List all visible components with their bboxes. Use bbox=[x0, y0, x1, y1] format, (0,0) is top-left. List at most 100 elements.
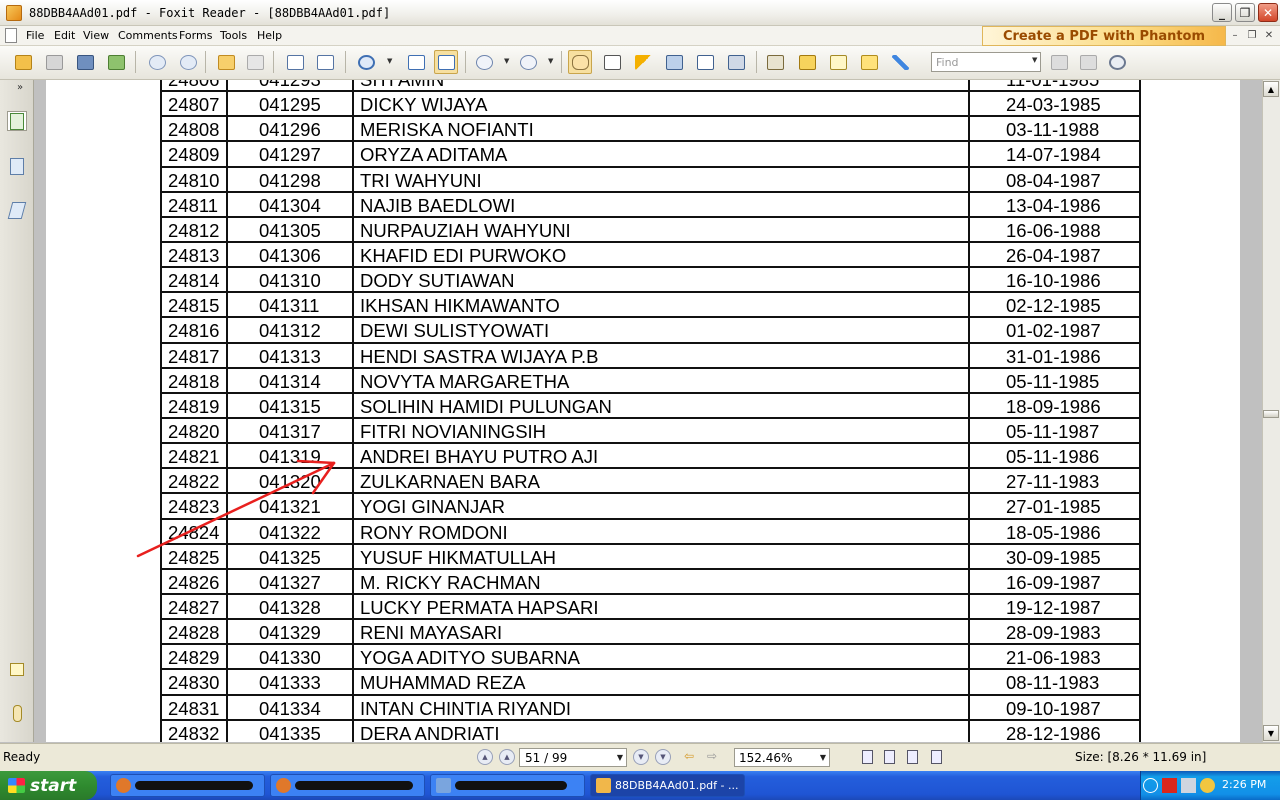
taskbar-item-document[interactable] bbox=[430, 774, 585, 797]
birth-date-cell: 31-01-1986 bbox=[1006, 345, 1101, 367]
zoom-in-icon[interactable] bbox=[516, 50, 540, 74]
bookmarks-panel-icon[interactable] bbox=[7, 156, 27, 176]
find-dropdown-icon[interactable]: ▼ bbox=[1032, 56, 1037, 64]
table-row: 24807 041295 DICKY WIJAYA 24-03-1985 bbox=[160, 92, 1141, 118]
text-box-icon[interactable] bbox=[826, 50, 850, 74]
select-text-icon[interactable] bbox=[600, 50, 624, 74]
forward-icon[interactable] bbox=[243, 50, 267, 74]
back-icon[interactable] bbox=[214, 50, 238, 74]
email-icon[interactable] bbox=[104, 50, 128, 74]
student-id-cell: 041314 bbox=[259, 370, 321, 392]
find-previous-icon[interactable] bbox=[1047, 50, 1071, 74]
birth-date-cell: 14-07-1984 bbox=[1006, 144, 1101, 166]
doc-minimize-icon[interactable]: – bbox=[1228, 28, 1242, 43]
menu-file[interactable]: File bbox=[26, 29, 44, 42]
tray-hardware-icon[interactable] bbox=[1181, 778, 1196, 793]
arrow-tool-icon[interactable] bbox=[888, 50, 912, 74]
zoom-tool-dropdown-icon[interactable]: ▼ bbox=[387, 57, 395, 65]
menu-edit[interactable]: Edit bbox=[54, 29, 75, 42]
first-page-icon[interactable]: ▲ bbox=[477, 749, 493, 765]
note-comment-icon[interactable] bbox=[857, 50, 881, 74]
menu-tools[interactable]: Tools bbox=[220, 29, 247, 42]
birth-date-cell: 09-10-1987 bbox=[1006, 697, 1101, 719]
back-status-icon[interactable]: ⇦ bbox=[684, 749, 694, 763]
next-page-status-icon[interactable]: ▼ bbox=[633, 749, 649, 765]
menu-forms[interactable]: Forms bbox=[179, 29, 212, 42]
student-table: 24806 041293 SITI AMIN 11-01-1985 24807 04129… bbox=[160, 80, 1141, 742]
continuous-view-icon[interactable] bbox=[881, 749, 897, 765]
single-page-view-icon[interactable] bbox=[859, 749, 875, 765]
pages-panel-icon[interactable] bbox=[7, 111, 27, 131]
minimize-button[interactable]: _ bbox=[1212, 3, 1232, 22]
zoom-in-tool-icon[interactable] bbox=[354, 50, 378, 74]
pencil-icon[interactable] bbox=[795, 50, 819, 74]
row-number-cell: 24815 bbox=[168, 295, 220, 317]
continuous-facing-view-icon[interactable] bbox=[928, 749, 944, 765]
student-name-cell: LUCKY PERMATA HAPSARI bbox=[360, 596, 599, 618]
menu-help[interactable]: Help bbox=[257, 29, 282, 42]
save-icon[interactable] bbox=[42, 50, 66, 74]
typewriter-icon[interactable] bbox=[693, 50, 717, 74]
close-button[interactable]: ✕ bbox=[1258, 3, 1278, 22]
table-row: 24824 041322 RONY ROMDONI 18-05-1986 bbox=[160, 519, 1141, 545]
next-page-icon[interactable] bbox=[176, 50, 200, 74]
document-view[interactable]: 24806 041293 SITI AMIN 11-01-1985 24807 04129… bbox=[34, 80, 1262, 742]
row-number-cell: 24827 bbox=[168, 596, 220, 618]
insert-page-icon[interactable] bbox=[313, 50, 337, 74]
previous-page-icon[interactable] bbox=[145, 50, 169, 74]
menu-comments[interactable]: Comments bbox=[118, 29, 178, 42]
student-name-cell: YUSUF HIKMATULLAH bbox=[360, 546, 556, 568]
search-icon[interactable] bbox=[1105, 50, 1129, 74]
menu-view[interactable]: View bbox=[83, 29, 109, 42]
maximize-button[interactable]: ❐ bbox=[1235, 3, 1255, 22]
comments-panel-icon[interactable] bbox=[7, 659, 27, 679]
taskbar-item-firefox-1[interactable] bbox=[110, 774, 265, 797]
forward-status-icon[interactable]: ⇨ bbox=[707, 749, 717, 763]
scroll-up-icon[interactable]: ▲ bbox=[1263, 81, 1279, 97]
edit-content-icon[interactable] bbox=[763, 50, 787, 74]
doc-close-icon[interactable]: ✕ bbox=[1262, 28, 1276, 43]
page-number-field[interactable]: 51 / 99 ▼ bbox=[519, 748, 627, 767]
prev-page-status-icon[interactable]: ▲ bbox=[499, 749, 515, 765]
doc-restore-icon[interactable]: ❐ bbox=[1245, 28, 1259, 43]
last-page-icon[interactable]: ▼ bbox=[655, 749, 671, 765]
taskbar-item-foxit[interactable]: 88DBB4AAd01.pdf - ... bbox=[590, 774, 745, 797]
attachments-panel-icon[interactable] bbox=[7, 703, 27, 723]
scroll-down-icon[interactable]: ▼ bbox=[1263, 725, 1279, 741]
select-cursor-icon[interactable] bbox=[631, 50, 655, 74]
document-icon[interactable] bbox=[5, 28, 17, 43]
tray-collapse-icon[interactable] bbox=[1143, 778, 1158, 793]
hand-tool-icon[interactable] bbox=[568, 50, 592, 74]
table-row: 24825 041325 YUSUF HIKMATULLAH 30-09-1985 bbox=[160, 544, 1141, 570]
zoom-dropdown-icon[interactable]: ▼ bbox=[820, 753, 826, 762]
student-id-cell: 041320 bbox=[259, 471, 321, 493]
foxit-app-icon[interactable] bbox=[6, 5, 22, 21]
taskbar-item-firefox-2[interactable] bbox=[270, 774, 425, 797]
layers-panel-icon[interactable] bbox=[7, 200, 27, 220]
zoom-in-dropdown-icon[interactable]: ▼ bbox=[548, 57, 556, 65]
fit-page-icon[interactable] bbox=[404, 50, 428, 74]
tray-network-icon[interactable] bbox=[1162, 778, 1177, 793]
tray-messenger-icon[interactable] bbox=[1200, 778, 1215, 793]
row-number-cell: 24829 bbox=[168, 647, 220, 669]
birth-date-cell: 08-04-1987 bbox=[1006, 169, 1101, 191]
table-row: 24823 041321 YOGI GINANJAR 27-01-1985 bbox=[160, 494, 1141, 520]
open-icon[interactable] bbox=[11, 50, 35, 74]
zoom-out-dropdown-icon[interactable]: ▼ bbox=[504, 57, 512, 65]
snapshot-icon[interactable] bbox=[724, 50, 748, 74]
zoom-out-icon[interactable] bbox=[472, 50, 496, 74]
scroll-thumb[interactable] bbox=[1263, 410, 1279, 418]
window-title: 88DBB4AAd01.pdf - Foxit Reader - [88DBB4… bbox=[29, 6, 391, 20]
zoom-level-field[interactable]: 152.46% ▼ bbox=[734, 748, 830, 767]
student-id-cell: 041296 bbox=[259, 119, 321, 141]
find-next-icon[interactable] bbox=[1076, 50, 1100, 74]
fit-width-icon[interactable] bbox=[434, 50, 458, 74]
extract-page-icon[interactable] bbox=[283, 50, 307, 74]
print-icon[interactable] bbox=[73, 50, 97, 74]
find-binoculars-icon[interactable] bbox=[662, 50, 686, 74]
panel-expand-icon[interactable]: » bbox=[17, 82, 23, 93]
find-input[interactable]: Find bbox=[931, 52, 1041, 72]
phantom-ad-banner[interactable]: Create a PDF with Phantom bbox=[982, 26, 1226, 46]
facing-view-icon[interactable] bbox=[904, 749, 920, 765]
page-dropdown-icon[interactable]: ▼ bbox=[617, 753, 623, 762]
